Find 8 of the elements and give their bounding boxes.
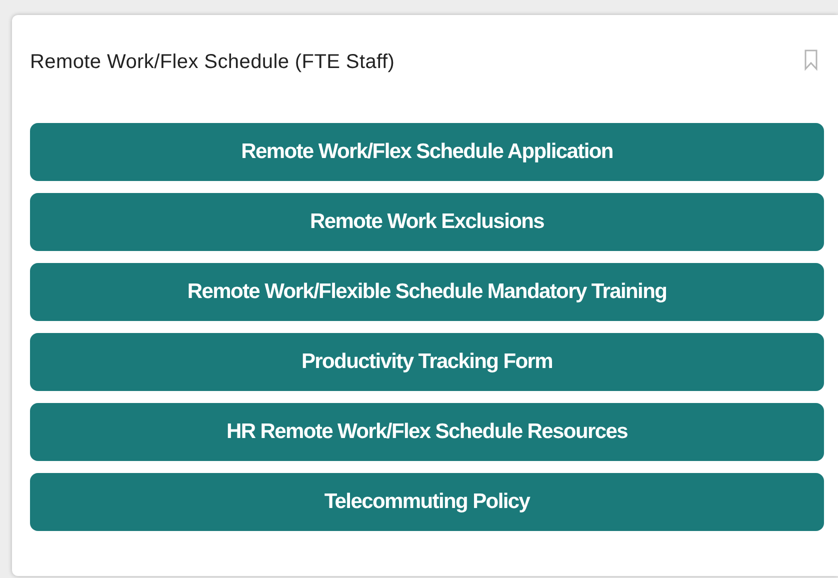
- link-button[interactable]: HR Remote Work/Flex Schedule Resources: [30, 403, 824, 461]
- link-button[interactable]: Productivity Tracking Form: [30, 333, 824, 391]
- link-button[interactable]: Remote Work/Flex Schedule Application: [30, 123, 824, 181]
- card-title: Remote Work/Flex Schedule (FTE Staff): [30, 51, 395, 74]
- link-button[interactable]: Remote Work/Flexible Schedule Mandatory Training: [30, 263, 824, 321]
- link-button[interactable]: Remote Work Exclusions: [30, 193, 824, 251]
- link-button[interactable]: Telecommuting Policy: [30, 473, 824, 531]
- bookmark-icon[interactable]: [804, 49, 818, 71]
